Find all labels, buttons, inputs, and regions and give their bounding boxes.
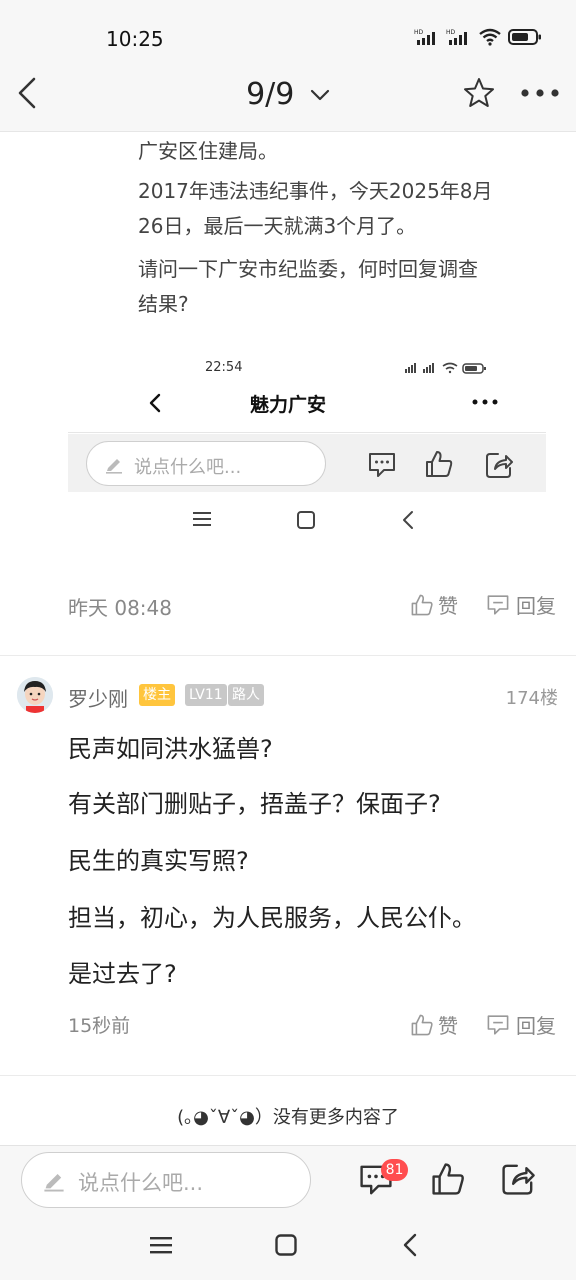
thumb-up-icon[interactable]: [410, 593, 434, 617]
share-icon: [484, 450, 514, 480]
floor-number: 174楼: [505, 688, 558, 709]
badge-level: LV11: [185, 684, 227, 706]
home-icon[interactable]: [275, 1234, 297, 1256]
hd-signal-icon: HD: [446, 28, 472, 46]
like-button[interactable]: [430, 1161, 466, 1197]
post-reply-label[interactable]: 回复: [516, 590, 556, 619]
battery-icon: [508, 28, 542, 46]
comment-input-placeholder[interactable]: 说点什么吧...: [78, 1167, 203, 1197]
comment-line: 民生的真实写照?: [68, 847, 249, 875]
divider: [0, 655, 576, 656]
svg-text:HD: HD: [446, 29, 456, 36]
post-paragraph: 请问一下广安市纪监委，何时回复调查: [138, 257, 478, 281]
post-like-button[interactable]: 赞: [410, 590, 458, 619]
post-paragraph: 26日，最后一天就满3个月了。: [138, 214, 417, 238]
screenshot-time: 22:54: [205, 360, 243, 375]
share-icon[interactable]: [500, 1161, 536, 1197]
pencil-icon: [104, 454, 124, 474]
status-time: 10:25: [106, 27, 164, 51]
comment-line: 是过去了?: [68, 960, 177, 988]
star-icon[interactable]: [462, 76, 496, 110]
more-icon[interactable]: [520, 88, 560, 98]
comment-count-badge: 81: [381, 1159, 408, 1181]
thumb-up-icon[interactable]: [410, 1013, 434, 1037]
comment-line: 民声如同洪水猛兽?: [68, 735, 273, 763]
hd-signal-icon: HD: [414, 28, 440, 46]
username[interactable]: 罗少刚: [68, 683, 128, 712]
menu-icon[interactable]: [150, 1235, 172, 1255]
screenshot-input-placeholder: 说点什么吧...: [134, 457, 242, 478]
comment-like-button[interactable]: 赞: [410, 1010, 458, 1039]
menu-button[interactable]: [150, 1235, 172, 1255]
thumb-up-icon: [424, 449, 454, 479]
screenshot-more-icon: [472, 399, 498, 405]
post-paragraph: 结果?: [138, 292, 189, 316]
divider: [0, 1075, 576, 1076]
screenshot-menu-icon: [193, 511, 211, 527]
thumb-up-icon[interactable]: [430, 1161, 466, 1197]
reply-icon[interactable]: [486, 593, 510, 617]
back-icon[interactable]: [401, 1232, 419, 1258]
home-button[interactable]: [275, 1234, 297, 1256]
more-button[interactable]: [520, 88, 560, 98]
post-paragraph: 广安区住建局。: [138, 139, 278, 163]
post-like-label[interactable]: 赞: [438, 590, 458, 619]
comment-line: 担当，初心，为人民服务，人民公仆。: [68, 904, 476, 932]
post-time: 昨天 08:48: [68, 596, 172, 620]
comment-line: 有关部门删贴子，捂盖子？保面子?: [68, 790, 441, 818]
post-reply-button[interactable]: 回复: [486, 590, 556, 619]
badge-role: 路人: [228, 684, 264, 706]
avatar[interactable]: [17, 677, 53, 713]
screenshot-back-nav-icon: [401, 510, 415, 530]
badge-owner: 楼主: [139, 684, 175, 706]
share-button[interactable]: [500, 1161, 536, 1197]
chevron-down-icon[interactable]: [310, 88, 330, 102]
no-more-content: (｡◕ˇ∀ˇ◕）没有更多内容了: [177, 1107, 399, 1128]
comment-reply-button[interactable]: 回复: [486, 1010, 556, 1039]
comment-icon: [367, 450, 397, 480]
nav-back-button[interactable]: [401, 1232, 419, 1258]
page-indicator[interactable]: 9/9: [246, 77, 294, 112]
post-paragraph: 2017年违法违纪事件，今天2025年8月: [138, 179, 493, 203]
wifi-icon: [478, 28, 502, 46]
comment-like-label[interactable]: 赞: [438, 1010, 458, 1039]
screenshot-divider: [68, 432, 546, 433]
comment-time: 15秒前: [68, 1015, 131, 1037]
status-icons: HD HD: [414, 28, 542, 46]
pencil-icon: [42, 1168, 66, 1192]
favorite-button[interactable]: [462, 76, 496, 110]
screenshot-status-icons: [403, 361, 489, 375]
reply-icon[interactable]: [486, 1013, 510, 1037]
comment-reply-label[interactable]: 回复: [516, 1010, 556, 1039]
screenshot-home-icon: [297, 511, 315, 529]
svg-text:HD: HD: [414, 29, 424, 36]
